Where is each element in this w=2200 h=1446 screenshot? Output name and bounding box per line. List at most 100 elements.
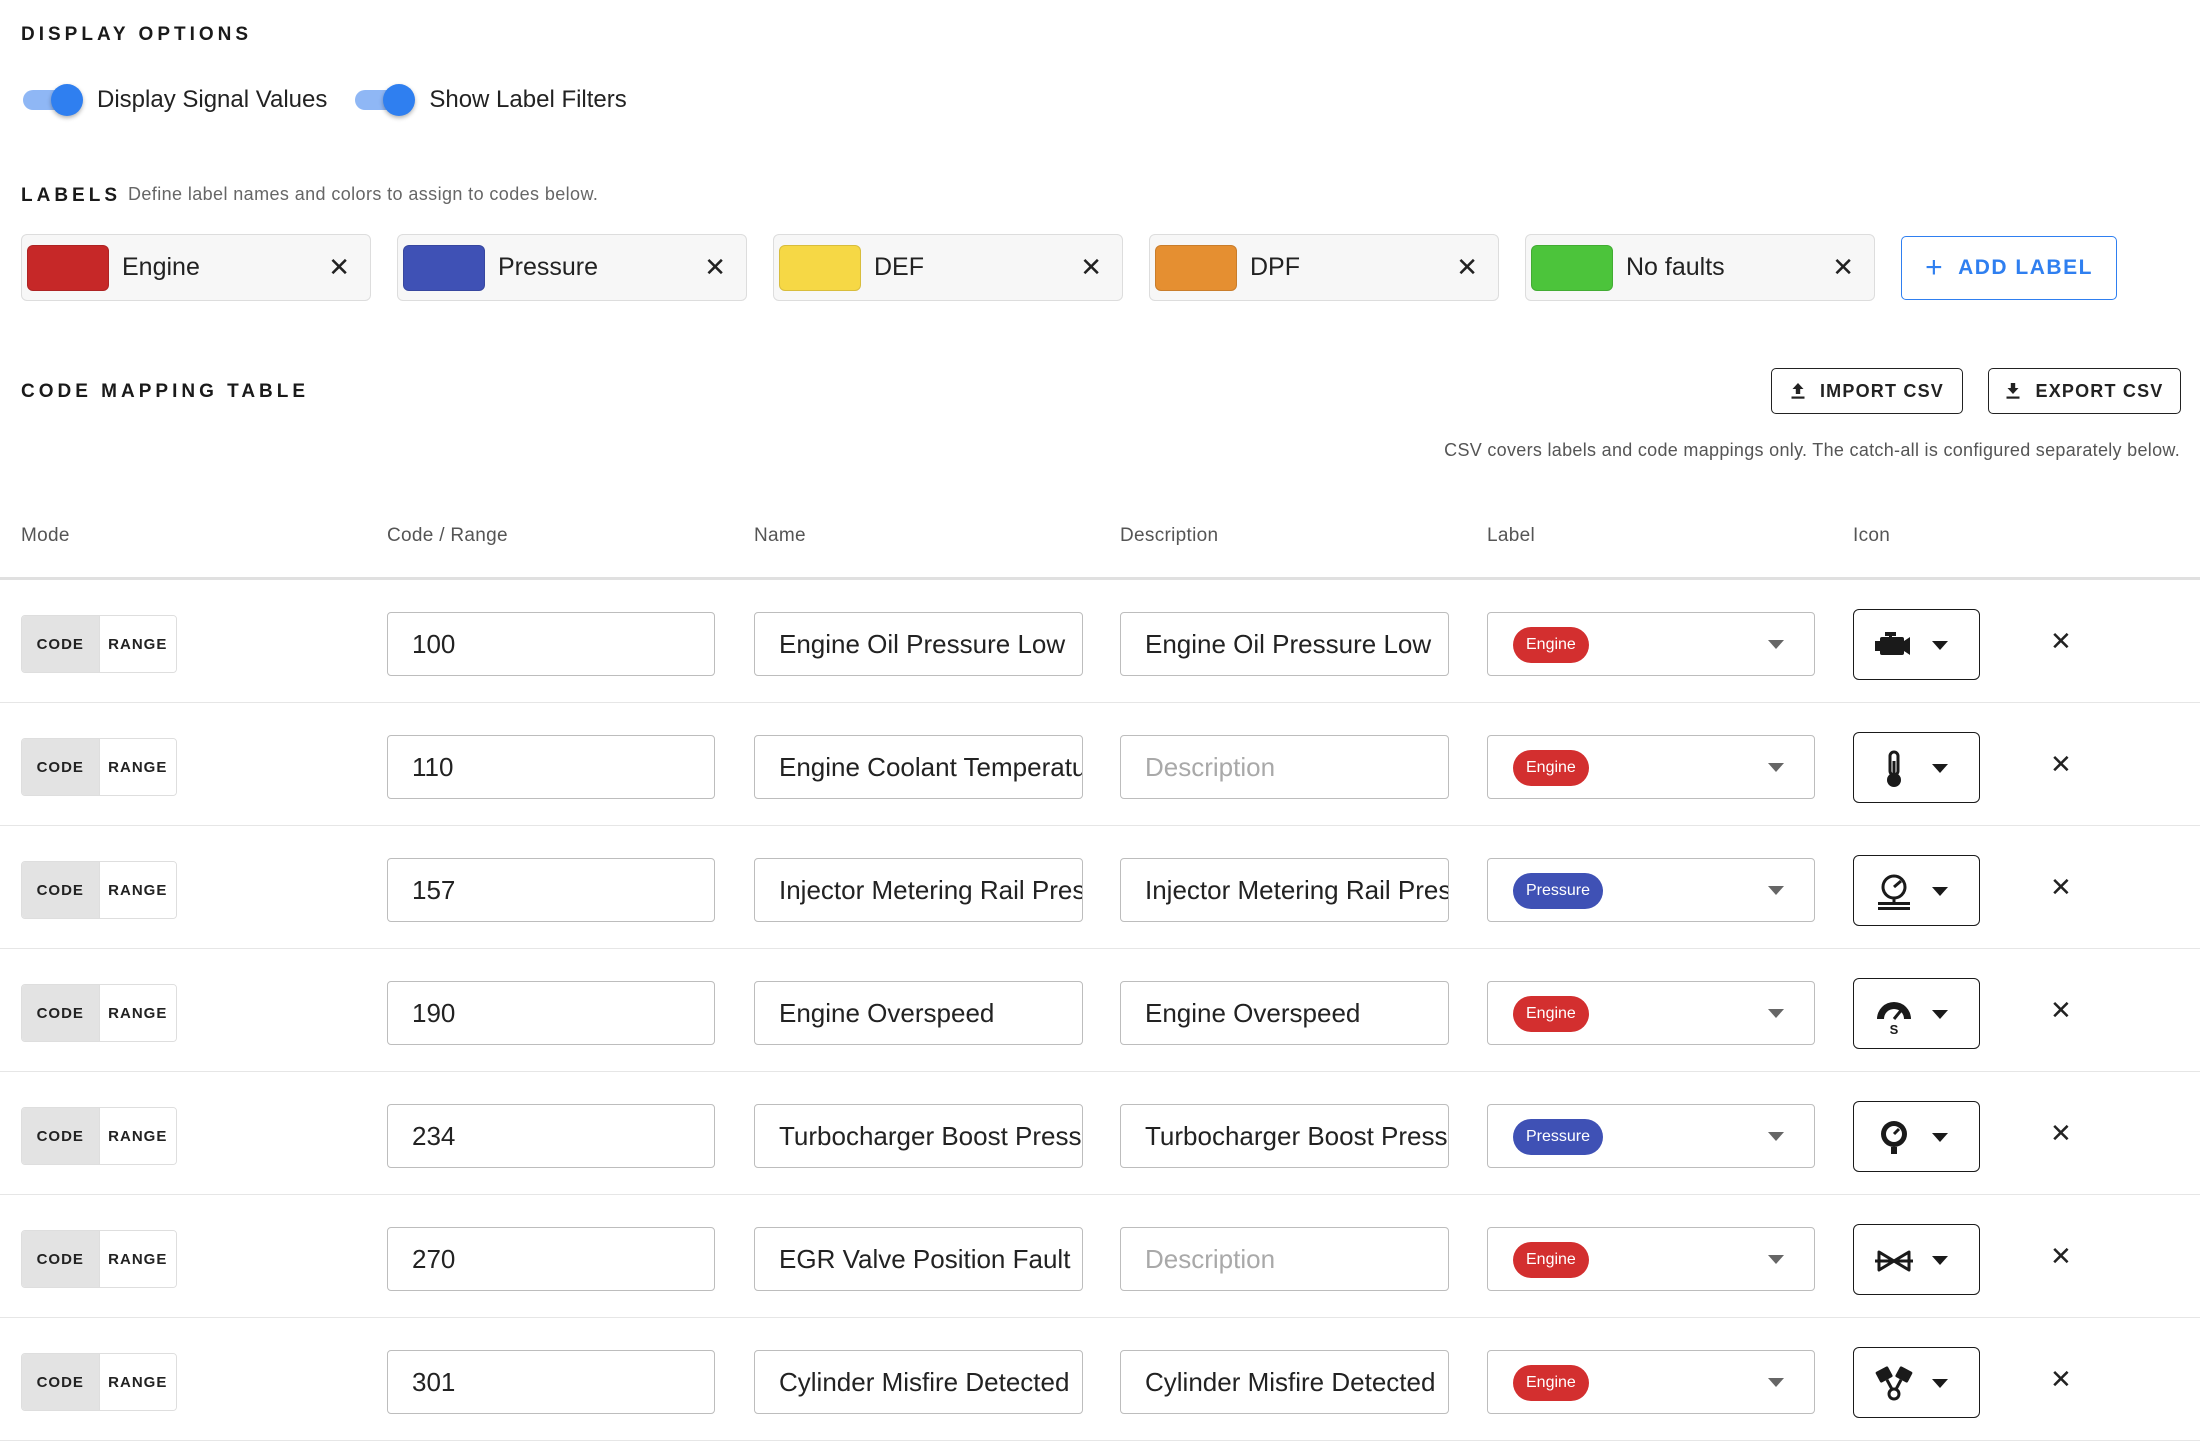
mode-range-button[interactable]: RANGE — [98, 985, 176, 1041]
mode-range-button[interactable]: RANGE — [98, 1108, 176, 1164]
icon-select[interactable] — [1853, 855, 1980, 926]
close-icon[interactable]: ✕ — [2050, 870, 2072, 904]
code-input[interactable]: 301 — [387, 1350, 715, 1414]
label-pill: Engine — [1513, 1242, 1589, 1278]
icon-select[interactable] — [1853, 1224, 1980, 1295]
mode-code-button[interactable]: CODE — [22, 985, 99, 1041]
code-input[interactable]: 190 — [387, 981, 715, 1045]
label-pill: Pressure — [1513, 873, 1604, 909]
label-chip-def: DEF ✕ — [773, 234, 1123, 301]
name-input[interactable]: Turbocharger Boost Pressure — [754, 1104, 1083, 1168]
chevron-down-icon — [1768, 1009, 1784, 1018]
name-input[interactable]: EGR Valve Position Fault — [754, 1227, 1083, 1291]
import-csv-button[interactable]: IMPORT CSV — [1771, 368, 1963, 414]
mode-code-button[interactable]: CODE — [22, 1231, 99, 1287]
icon-select[interactable] — [1853, 1101, 1980, 1172]
mode-range-button[interactable]: RANGE — [98, 1354, 176, 1410]
name-input[interactable]: Injector Metering Rail Pressure — [754, 858, 1083, 922]
label-select[interactable]: Engine — [1487, 612, 1815, 676]
color-swatch[interactable] — [779, 244, 861, 291]
mode-code-button[interactable]: CODE — [22, 862, 99, 918]
icon-select[interactable] — [1853, 1347, 1980, 1418]
add-label-button[interactable]: + ADD LABEL — [1901, 235, 2117, 300]
pressure-gauge-icon — [1878, 874, 1910, 910]
description-input[interactable]: Description — [1120, 1227, 1449, 1291]
label-name[interactable]: DPF — [1250, 253, 1300, 282]
description-input[interactable]: Engine Overspeed — [1120, 981, 1449, 1045]
toggle-switch[interactable] — [353, 80, 416, 120]
close-icon[interactable]: ✕ — [1456, 251, 1478, 283]
mode-code-button[interactable]: CODE — [22, 616, 99, 672]
label-select[interactable]: Engine — [1487, 1227, 1815, 1291]
label-name[interactable]: No faults — [1626, 253, 1725, 282]
label-chip-no-faults: No faults ✕ — [1525, 234, 1875, 301]
import-csv-label: IMPORT CSV — [1819, 380, 1944, 401]
chevron-down-icon — [1932, 1256, 1948, 1265]
color-swatch[interactable] — [1531, 244, 1613, 291]
table-row: CODE RANGE 234 Turbocharger Boost Pressu… — [0, 1072, 2200, 1195]
code-mapping-title: CODE MAPPING TABLE — [21, 381, 310, 402]
label-list: Engine ✕ Pressure ✕ DEF ✕ DPF ✕ No fault… — [21, 234, 2117, 301]
color-swatch[interactable] — [403, 244, 485, 291]
label-chip-pressure: Pressure ✕ — [397, 234, 747, 301]
close-icon[interactable]: ✕ — [1080, 251, 1102, 283]
mode-toggle: CODE RANGE — [21, 1230, 177, 1288]
column-header-name: Name — [754, 525, 806, 546]
mode-code-button[interactable]: CODE — [22, 1108, 99, 1164]
label-select[interactable]: Pressure — [1487, 1104, 1815, 1168]
code-input[interactable]: 234 — [387, 1104, 715, 1168]
description-input[interactable]: Injector Metering Rail Pressure — [1120, 858, 1449, 922]
toggle-label: Display Signal Values — [97, 86, 328, 113]
mode-range-button[interactable]: RANGE — [98, 739, 176, 795]
name-input[interactable]: Engine Coolant Temperature — [754, 735, 1083, 799]
add-label-text: ADD LABEL — [1958, 255, 2093, 279]
close-icon[interactable]: ✕ — [704, 251, 726, 283]
mode-code-button[interactable]: CODE — [22, 1354, 99, 1410]
icon-select[interactable] — [1853, 732, 1980, 803]
close-icon[interactable]: ✕ — [1832, 251, 1854, 283]
show-label-filters-toggle[interactable]: Show Label Filters — [353, 80, 627, 120]
code-input[interactable]: 110 — [387, 735, 715, 799]
close-icon[interactable]: ✕ — [2050, 1239, 2072, 1273]
description-input[interactable]: Description — [1120, 735, 1449, 799]
valve-icon — [1875, 1250, 1913, 1272]
label-name[interactable]: Pressure — [498, 253, 598, 282]
code-input[interactable]: 100 — [387, 612, 715, 676]
label-select[interactable]: Engine — [1487, 735, 1815, 799]
close-icon[interactable]: ✕ — [2050, 747, 2072, 781]
label-select[interactable]: Engine — [1487, 1350, 1815, 1414]
svg-text:S: S — [1890, 1022, 1899, 1035]
icon-select[interactable]: S — [1853, 978, 1980, 1049]
code-input[interactable]: 270 — [387, 1227, 715, 1291]
close-icon[interactable]: ✕ — [2050, 624, 2072, 658]
chevron-down-icon — [1932, 1133, 1948, 1142]
name-input[interactable]: Engine Overspeed — [754, 981, 1083, 1045]
label-select[interactable]: Pressure — [1487, 858, 1815, 922]
mode-range-button[interactable]: RANGE — [98, 616, 176, 672]
description-input[interactable]: Cylinder Misfire Detected — [1120, 1350, 1449, 1414]
mode-range-button[interactable]: RANGE — [98, 1231, 176, 1287]
close-icon[interactable]: ✕ — [2050, 993, 2072, 1027]
color-swatch[interactable] — [27, 244, 109, 291]
close-icon[interactable]: ✕ — [328, 251, 350, 283]
chevron-down-icon — [1768, 886, 1784, 895]
name-input[interactable]: Cylinder Misfire Detected — [754, 1350, 1083, 1414]
color-swatch[interactable] — [1155, 244, 1237, 291]
label-name[interactable]: DEF — [874, 253, 924, 282]
export-csv-button[interactable]: EXPORT CSV — [1988, 368, 2181, 414]
display-signal-values-toggle[interactable]: Display Signal Values — [21, 80, 327, 120]
mode-range-button[interactable]: RANGE — [98, 862, 176, 918]
icon-select[interactable] — [1853, 609, 1980, 680]
close-icon[interactable]: ✕ — [2050, 1362, 2072, 1396]
label-select[interactable]: Engine — [1487, 981, 1815, 1045]
description-input[interactable]: Turbocharger Boost Pressure — [1120, 1104, 1449, 1168]
close-icon[interactable]: ✕ — [2050, 1116, 2072, 1150]
description-input[interactable]: Engine Oil Pressure Low — [1120, 612, 1449, 676]
toggle-switch[interactable] — [21, 80, 83, 120]
table-row: CODE RANGE 190 Engine Overspeed Engine O… — [0, 949, 2200, 1072]
label-name[interactable]: Engine — [122, 253, 200, 282]
table-row: CODE RANGE 157 Injector Metering Rail Pr… — [0, 826, 2200, 949]
mode-code-button[interactable]: CODE — [22, 739, 99, 795]
code-input[interactable]: 157 — [387, 858, 715, 922]
name-input[interactable]: Engine Oil Pressure Low — [754, 612, 1083, 676]
